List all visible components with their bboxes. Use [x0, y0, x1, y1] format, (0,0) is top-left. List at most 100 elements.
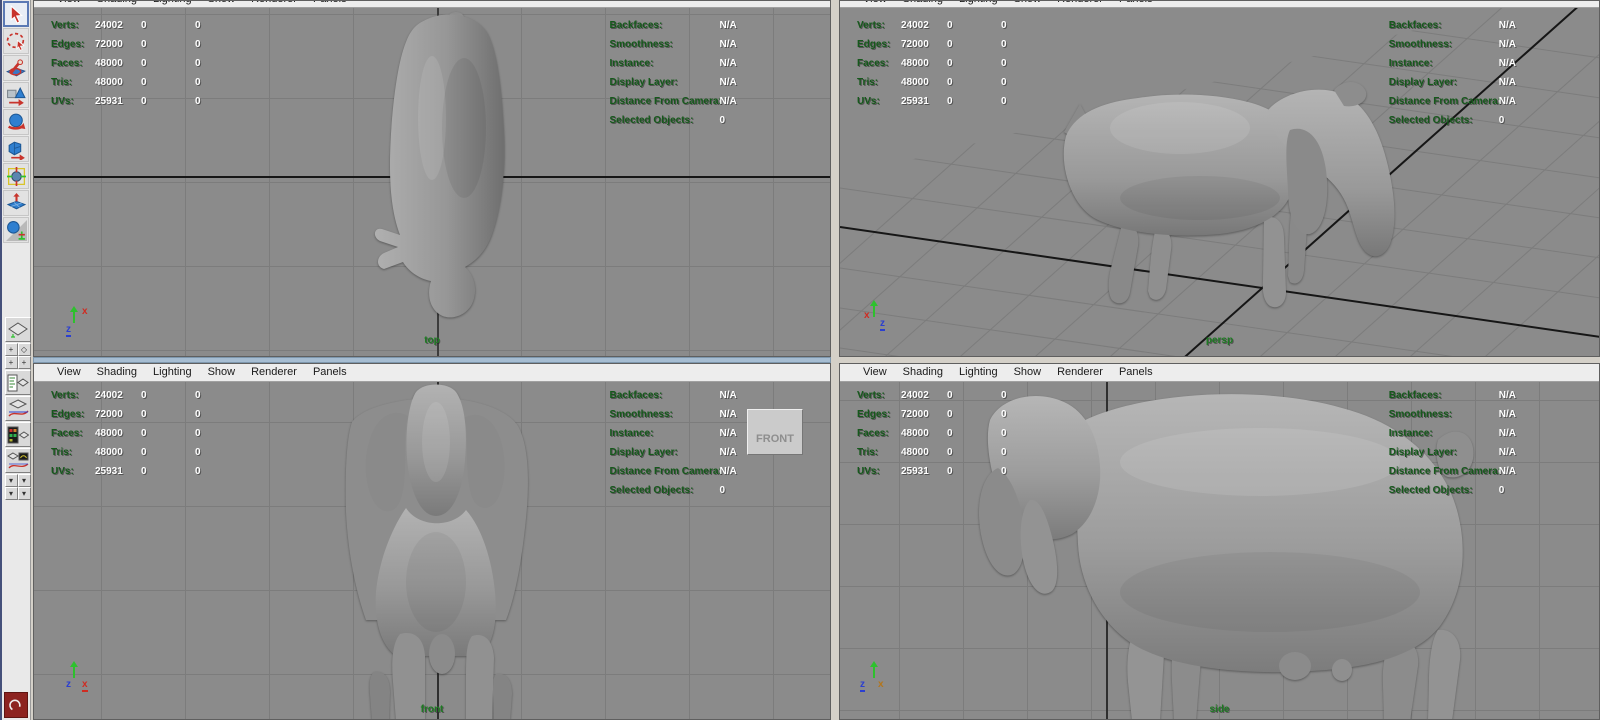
viewport-menu-item[interactable]: Shading: [89, 1, 145, 6]
hud-poly-count: Verts: 24002 00 Edges: 72000 00 Faces: 4800…: [857, 16, 1055, 111]
axis-gizmo: z x: [854, 659, 898, 703]
y-axis-arrow: [870, 300, 878, 317]
lasso-icon: [6, 32, 25, 51]
paint-select-tool-button[interactable]: [3, 55, 29, 81]
y-axis-arrow: [70, 306, 78, 323]
move-tool-button[interactable]: [3, 82, 29, 108]
camera-label: side: [1209, 704, 1230, 715]
universal-manipulator-icon: [6, 166, 26, 186]
universal-manipulator-tool-button[interactable]: [3, 163, 29, 189]
viewport-canvas-top[interactable]: Verts: 24002 00 Edges: 72000 00 Faces: 4800…: [34, 8, 830, 356]
hud-poly-row: Faces: 48000 00: [857, 428, 1007, 439]
four-pane-cell-icon[interactable]: +: [17, 356, 31, 369]
hud-object-row: Selected Objects: 0: [1388, 485, 1505, 496]
layout-menu-button[interactable]: ▾: [17, 487, 31, 500]
viewport-menubar: ViewShadingLightingShowRendererPanels: [34, 1, 830, 8]
hypershade-persp-layout-button[interactable]: [4, 422, 31, 447]
viewport-menu-item[interactable]: Panels: [305, 364, 355, 379]
viewport-menu-item[interactable]: Lighting: [951, 364, 1006, 379]
hud-object-details: Backfaces: N/A Smoothness: N/A Instance: N/…: [610, 16, 737, 130]
viewport-top[interactable]: ViewShadingLightingShowRendererPanels: [33, 0, 831, 357]
single-pane-icon: [7, 321, 28, 338]
partial-tool-icon[interactable]: [4, 692, 28, 718]
viewport-menu-item[interactable]: Shading: [895, 364, 951, 379]
viewport-menu-item[interactable]: Panels: [305, 1, 355, 6]
hud-poly-row: Edges: 72000 00: [857, 39, 1007, 50]
hud-poly-row: Tris: 48000 00: [51, 447, 201, 458]
viewport-menu-item[interactable]: Renderer: [1049, 1, 1111, 6]
viewport-menubar: ViewShadingLightingShowRendererPanels: [840, 364, 1599, 382]
four-pane-cell-icon[interactable]: +: [4, 356, 18, 369]
viewport-menu-item[interactable]: Show: [200, 1, 244, 6]
viewport-menu-item[interactable]: Lighting: [145, 364, 200, 379]
four-pane-cell-icon[interactable]: ◇: [17, 343, 31, 356]
single-pane-layout-button[interactable]: [4, 317, 31, 342]
hud-object-row: Selected Objects: 0: [609, 115, 726, 126]
hud-poly-row: Edges: 72000 00: [51, 409, 201, 420]
select-arrow-icon: [10, 4, 23, 24]
viewport-menu-item[interactable]: Renderer: [1049, 364, 1111, 379]
viewport-menu-item[interactable]: Renderer: [243, 364, 305, 379]
outliner-persp-layout-button[interactable]: [4, 370, 31, 395]
hud-poly-row: Edges: 72000 00: [857, 409, 1007, 420]
hud-poly-row: Edges: 72000 00: [51, 39, 201, 50]
hud-poly-count: Verts: 24002 00 Edges: 72000 00 Faces: 4800…: [857, 386, 1055, 481]
show-manipulator-icon: [5, 219, 27, 241]
hud-object-row: Instance: N/A: [609, 428, 737, 439]
viewport-menu-item[interactable]: Panels: [1111, 1, 1161, 6]
hud-object-row: Smoothness: N/A: [1388, 39, 1516, 50]
y-axis-arrow: [70, 661, 78, 678]
hud-object-row: Display Layer: N/A: [609, 447, 737, 458]
persp-uv-layout-button[interactable]: [4, 448, 31, 473]
viewport-menu-item[interactable]: Shading: [895, 1, 951, 6]
show-manipulator-tool-button[interactable]: [3, 217, 29, 243]
hud-object-row: Backfaces: N/A: [609, 20, 737, 31]
viewport-persp[interactable]: ViewShadingLightingShowRendererPanels: [839, 0, 1600, 357]
viewport-menu-item[interactable]: Show: [200, 364, 244, 379]
hud-object-row: Display Layer: N/A: [609, 77, 737, 88]
hud-object-row: Backfaces: N/A: [1388, 390, 1516, 401]
maya-window: + ◇ + + ▾ ▾ ▾ ▾ Verts: 24002 0 0 Edges: …: [0, 0, 1600, 720]
viewport-menu-item[interactable]: Lighting: [951, 1, 1006, 6]
hud-object-row: Instance: N/A: [1388, 428, 1516, 439]
layout-menu-button[interactable]: ▾: [4, 474, 18, 487]
viewport-canvas-persp[interactable]: Verts: 24002 00 Edges: 72000 00 Faces: 4800…: [840, 8, 1599, 356]
scale-tool-button[interactable]: [3, 136, 29, 162]
toolbox: + ◇ + + ▾ ▾ ▾ ▾: [0, 0, 31, 720]
rotate-tool-button[interactable]: [3, 109, 29, 135]
hud-poly-row: Faces: 48000 00: [51, 58, 201, 69]
viewport-side[interactable]: View Shading Lighting Show Renderer Panels: [839, 363, 1600, 720]
viewport-canvas-side[interactable]: Verts: 24002 00 Edges: 72000 00 Faces: 4800…: [840, 382, 1599, 719]
viewport-menu-item[interactable]: Renderer: [243, 1, 305, 6]
persp-graph-layout-button[interactable]: [4, 396, 31, 421]
lasso-select-tool-button[interactable]: [3, 28, 29, 54]
select-tool-button[interactable]: [3, 1, 29, 27]
four-pane-layout-button[interactable]: + ◇ + +: [4, 343, 31, 369]
viewport-front[interactable]: View Shading Lighting Show Renderer Panels: [33, 363, 831, 720]
hud-object-details: Backfaces: N/A Smoothness: N/A Instance: N/…: [1389, 16, 1516, 130]
x-axis-label: x: [82, 306, 88, 317]
viewport-canvas-front[interactable]: Verts: 24002 00 Edges: 72000 00 Faces: 4800…: [34, 382, 830, 719]
hud-object-row: Display Layer: N/A: [1388, 77, 1516, 88]
viewport-menu-item[interactable]: Panels: [1111, 364, 1161, 379]
soft-modification-tool-button[interactable]: [3, 190, 29, 216]
viewport-menu-item[interactable]: Lighting: [145, 1, 200, 6]
hud-object-row: Smoothness: N/A: [1388, 409, 1516, 420]
hud-object-row: Distance From Camera: N/A: [609, 466, 737, 477]
viewport-menu-item[interactable]: Shading: [89, 364, 145, 379]
four-pane-cell-icon[interactable]: +: [4, 343, 18, 356]
viewport-menu-item[interactable]: View: [49, 1, 89, 6]
hud-poly-row: UVs: 25931 00: [51, 466, 201, 477]
hud-object-row: Instance: N/A: [609, 58, 737, 69]
viewport-menu-item[interactable]: View: [855, 1, 895, 6]
viewport-menu-item[interactable]: Show: [1006, 1, 1050, 6]
viewport-menu-item[interactable]: View: [49, 364, 89, 379]
layout-menu-button[interactable]: ▾: [4, 487, 18, 500]
camera-label: persp: [1205, 335, 1234, 346]
viewport-menu-item[interactable]: Show: [1006, 364, 1050, 379]
hud-poly-row: Verts: 24002 00: [857, 20, 1007, 31]
hud-object-row: Display Layer: N/A: [1388, 447, 1516, 458]
layout-menu-button[interactable]: ▾: [17, 474, 31, 487]
viewport-menu-item[interactable]: View: [855, 364, 895, 379]
z-axis-label: z: [66, 679, 71, 690]
